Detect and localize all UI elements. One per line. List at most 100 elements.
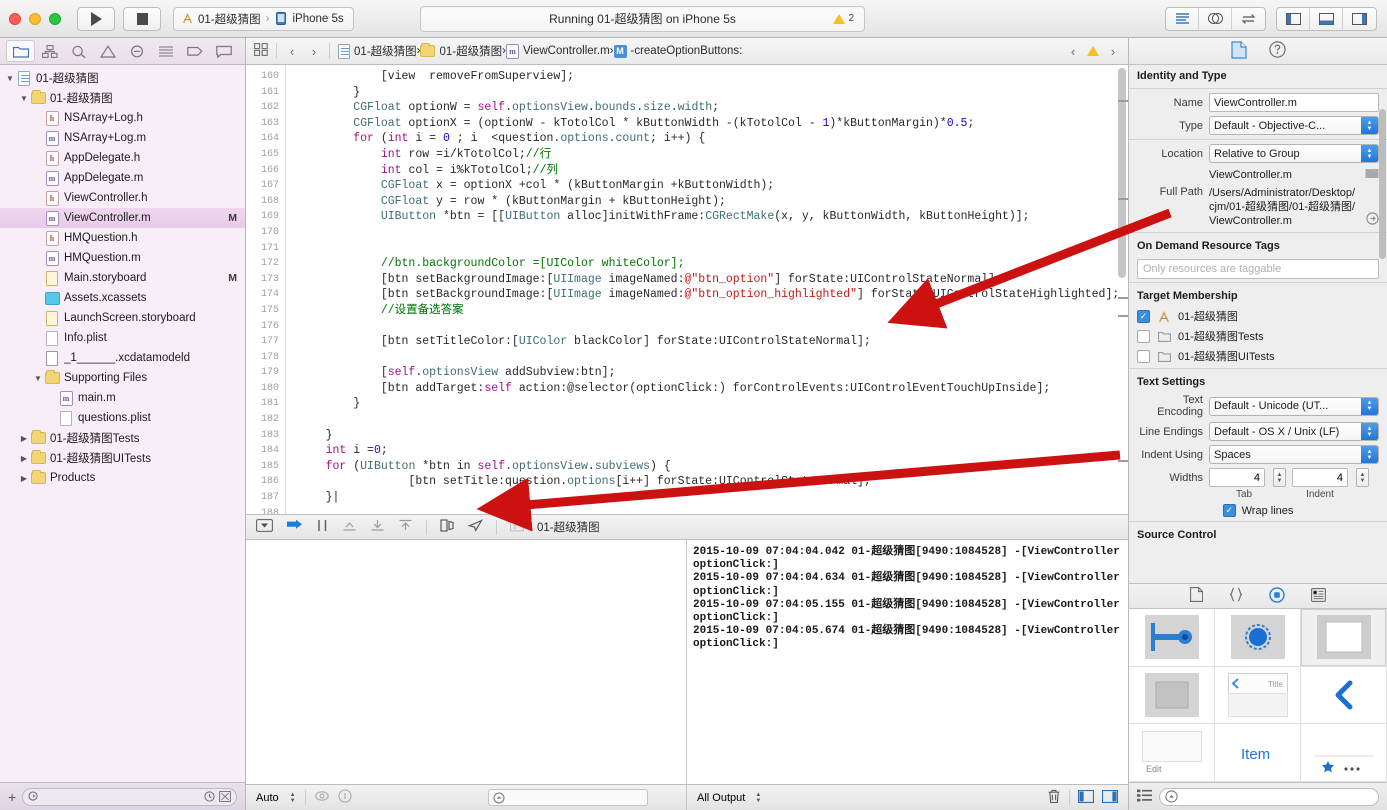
close-window-button[interactable] xyxy=(9,12,21,25)
list-item[interactable]: h HMQuestion.h xyxy=(0,228,245,248)
console-output-filter-label[interactable]: All Output xyxy=(697,792,745,804)
list-item[interactable]: ▼ 01-超级猜图 xyxy=(0,88,245,108)
file-inspector-content[interactable]: Identity and Type Name ViewController.m … xyxy=(1129,65,1387,583)
sidebar-item-project-navigator[interactable] xyxy=(6,40,36,62)
disclosure-triangle-closed-icon[interactable]: ▶ xyxy=(18,454,30,463)
project-file-tree[interactable]: ▼ 01-超级猜图 ▼ 01-超级猜图 h NSArray+Log.h m NSArray+L… xyxy=(0,65,245,782)
line-endings-popup[interactable]: Default - OS X / Unix (LF) ▲ ▼ xyxy=(1209,422,1379,441)
reveal-in-finder-button[interactable] xyxy=(1366,212,1379,228)
sidebar-item-test-navigator[interactable] xyxy=(123,40,152,62)
minimize-window-button[interactable] xyxy=(29,12,41,25)
list-item[interactable]: ▶ Products xyxy=(0,468,245,488)
editor-scrollbar[interactable] xyxy=(1118,68,1126,511)
list-item[interactable]: Info.plist xyxy=(0,328,245,348)
toggle-inspector-button[interactable] xyxy=(1343,8,1376,30)
previous-issue-button[interactable]: ‹ xyxy=(1066,44,1080,59)
disclosure-triangle-closed-icon[interactable]: ▶ xyxy=(18,474,30,483)
list-item[interactable]: Main.storyboard M xyxy=(0,268,245,288)
sidebar-item-issue-navigator[interactable] xyxy=(93,40,122,62)
library-container-view-item[interactable] xyxy=(1129,666,1215,725)
standard-editor-button[interactable] xyxy=(1166,7,1199,30)
variable-scope-label[interactable]: Auto xyxy=(256,792,279,804)
type-popup[interactable]: Default - Objective-C... ▲ ▼ xyxy=(1209,116,1379,135)
list-item[interactable]: ▼ Supporting Files xyxy=(0,368,245,388)
library-bar-button-item[interactable]: Item xyxy=(1215,724,1301,782)
code-content[interactable]: [view removeFromSuperview]; } CGFloat op… xyxy=(286,65,1128,514)
wrap-lines-checkbox[interactable]: ✓ xyxy=(1222,504,1236,517)
file-template-library-tab[interactable] xyxy=(1190,587,1204,605)
breadcrumb[interactable]: 01-超级猜图 › 01-超级猜图 › m ViewController.m › M -crea… xyxy=(338,43,742,59)
view-hierarchy-button[interactable] xyxy=(440,519,455,535)
step-over-button[interactable] xyxy=(316,519,329,535)
list-item[interactable]: m ViewController.m M xyxy=(0,208,245,228)
go-back-button[interactable]: ‹ xyxy=(285,44,299,59)
debug-process-label[interactable]: 01-超级猜图 xyxy=(537,519,600,535)
inspector-scroll-thumb[interactable] xyxy=(1379,109,1386,259)
library-tab-bar-item[interactable] xyxy=(1301,724,1387,782)
text-encoding-popup[interactable]: Default - Unicode (UT... ▲ ▼ xyxy=(1209,396,1379,416)
target-membership-checkbox[interactable]: ✓ xyxy=(1137,309,1150,323)
source-editor[interactable]: 160 161 162 163 164 165 166 167 168 169 … xyxy=(246,65,1128,514)
object-library-tab[interactable] xyxy=(1269,586,1285,606)
console-output-stepper-icon[interactable]: ▲ ▼ xyxy=(755,792,761,804)
clear-console-button[interactable] xyxy=(1047,789,1061,807)
simulate-location-button[interactable] xyxy=(467,519,483,535)
next-issue-button[interactable]: › xyxy=(1106,44,1120,59)
sidebar-item-debug-navigator[interactable] xyxy=(152,40,181,62)
step-into-button[interactable] xyxy=(342,519,357,535)
list-item[interactable]: ▼ 01-超级猜图 xyxy=(0,68,245,88)
show-console-only-button[interactable] xyxy=(1101,789,1119,806)
info-icon[interactable] xyxy=(338,789,352,806)
variables-view[interactable] xyxy=(246,540,687,784)
indent-using-popup[interactable]: Spaces ▲ ▼ xyxy=(1209,445,1379,464)
assistant-editor-button[interactable] xyxy=(1199,7,1232,30)
sidebar-item-source-control-navigator[interactable] xyxy=(35,40,64,62)
code-snippet-library-tab[interactable] xyxy=(1229,587,1243,605)
disclosure-triangle-open-icon[interactable]: ▼ xyxy=(32,374,44,383)
tab-width-stepper[interactable]: ▲ ▼ xyxy=(1273,468,1286,487)
target-membership-checkbox[interactable] xyxy=(1137,349,1150,363)
step-up-button[interactable] xyxy=(398,519,413,535)
list-item[interactable]: m AppDelegate.m xyxy=(0,168,245,188)
show-variables-only-button[interactable] xyxy=(1077,789,1095,806)
hide-debug-area-button[interactable] xyxy=(256,519,273,535)
console-output[interactable]: 2015-10-09 07:04:04.042 01-超级猜图[9490:108… xyxy=(687,540,1128,784)
choose-folder-button[interactable] xyxy=(1365,167,1379,182)
library-view-item[interactable] xyxy=(1301,609,1387,667)
indent-width-field[interactable]: 4 xyxy=(1292,468,1348,487)
list-item[interactable]: h AppDelegate.h xyxy=(0,148,245,168)
file-inspector-tab[interactable] xyxy=(1230,40,1247,62)
library-toolbar-item[interactable] xyxy=(1129,609,1215,667)
name-field[interactable]: ViewController.m xyxy=(1209,93,1379,112)
navigator-filter-field[interactable] xyxy=(22,787,237,806)
list-item[interactable]: LaunchScreen.storyboard xyxy=(0,308,245,328)
on-demand-tags-field[interactable]: Only resources are taggable xyxy=(1137,259,1379,279)
list-item[interactable]: m main.m xyxy=(0,388,245,408)
library-edit-button-item[interactable]: Edit xyxy=(1129,724,1215,782)
toggle-debug-area-button[interactable] xyxy=(1310,7,1343,30)
quick-help-tab[interactable] xyxy=(1268,41,1286,61)
library-view-toggle-button[interactable] xyxy=(1137,789,1152,805)
sidebar-item-breakpoint-navigator[interactable] xyxy=(181,40,210,62)
list-item[interactable]: questions.plist xyxy=(0,408,245,428)
status-warning-indicator[interactable]: 2 xyxy=(833,13,854,24)
toggle-navigator-button[interactable] xyxy=(1277,7,1310,30)
breadcrumb-item[interactable]: M -createOptionButtons: xyxy=(613,44,742,58)
issue-warning-icon[interactable] xyxy=(1087,46,1099,56)
library-search-field[interactable] xyxy=(1159,787,1379,806)
media-library-tab[interactable] xyxy=(1311,587,1326,605)
sidebar-item-report-navigator[interactable] xyxy=(210,40,239,62)
stop-button[interactable] xyxy=(123,6,161,31)
variable-scope-stepper-icon[interactable]: ▲ ▼ xyxy=(290,792,296,804)
step-out-button[interactable] xyxy=(370,519,385,535)
go-forward-button[interactable]: › xyxy=(307,44,321,59)
library-back-chevron-item[interactable] xyxy=(1301,666,1387,725)
list-item[interactable]: m NSArray+Log.m xyxy=(0,128,245,148)
target-membership-item[interactable]: 01-超级猜图UITests xyxy=(1129,346,1387,366)
disclosure-triangle-open-icon[interactable]: ▼ xyxy=(18,94,30,103)
target-membership-item[interactable]: 01-超级猜图Tests xyxy=(1129,326,1387,346)
breadcrumb-item[interactable]: m ViewController.m xyxy=(505,43,610,59)
scheme-selector[interactable]: 01-超级猜图 › iPhone 5s xyxy=(173,6,354,31)
variables-filter-field[interactable] xyxy=(488,789,648,806)
navigator-filter-input[interactable] xyxy=(43,790,200,803)
